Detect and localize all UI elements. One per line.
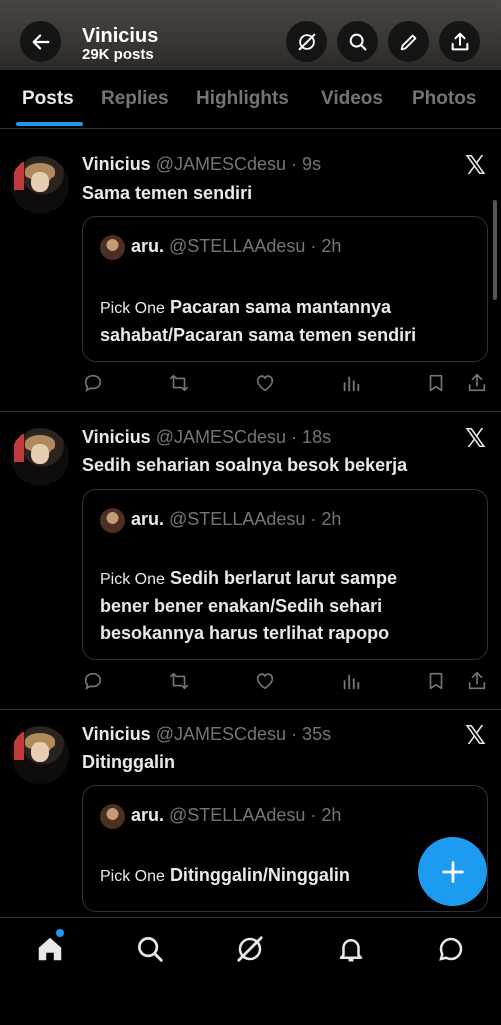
arrow-left-icon <box>32 33 49 50</box>
quoted-post[interactable]: aru. @STELLAAdesu · 2h Pick One Pacaran … <box>82 216 488 362</box>
bottom-navigation <box>0 917 501 1025</box>
post-text: Sama temen sendiri <box>82 183 253 203</box>
tab-photos[interactable]: Photos <box>412 88 476 110</box>
x-logo-icon: 𝕏 <box>465 720 486 750</box>
compose-button[interactable] <box>418 837 487 906</box>
author-handle[interactable]: @JAMESCdesu <box>156 724 286 744</box>
quoted-line: bener bener enakan/Sedih sehari <box>100 596 383 616</box>
like-icon[interactable] <box>254 372 276 394</box>
share-icon[interactable] <box>466 372 488 394</box>
quoted-text: Pick One Pacaran sama mantannya sahabat/… <box>100 294 480 349</box>
reply-icon[interactable] <box>82 670 104 692</box>
quoted-avatar <box>100 508 125 533</box>
quoted-author-handle: @STELLAAdesu <box>169 805 306 825</box>
quoted-line: Sedih berlarut larut sampe <box>169 568 398 588</box>
quoted-author-name: aru. <box>131 236 165 256</box>
quoted-line: besokannya harus terlihat rapopo <box>100 623 390 643</box>
edit-button[interactable] <box>388 21 429 62</box>
pencil-icon <box>400 34 416 50</box>
author-handle[interactable]: @JAMESCdesu <box>156 154 286 174</box>
x-logo-icon: 𝕏 <box>465 150 486 180</box>
share-icon[interactable] <box>466 670 488 692</box>
quoted-avatar <box>100 804 125 829</box>
views-icon[interactable] <box>340 670 362 692</box>
x-logo-icon: 𝕏 <box>465 423 486 453</box>
quoted-line: Ditinggalin/Ninggalin <box>169 865 350 885</box>
grok-button[interactable] <box>286 21 327 62</box>
avatar[interactable] <box>11 428 69 486</box>
post-time: · 35s <box>291 724 332 744</box>
plus-icon <box>441 860 464 883</box>
quoted-label: Pick One <box>100 300 165 317</box>
quoted-time: · 2h <box>310 805 342 825</box>
author-handle[interactable]: @JAMESCdesu <box>156 427 286 447</box>
home-notification-dot <box>56 929 64 937</box>
post-header: Vinicius @JAMESCdesu · 35s <box>82 724 331 745</box>
profile-tabs: Posts Replies Highlights Videos Photos <box>0 70 501 129</box>
share-icon <box>451 32 468 50</box>
back-button[interactable] <box>20 21 61 62</box>
quoted-author-handle: @STELLAAdesu <box>169 509 306 529</box>
profile-header: Vinicius 29K posts <box>0 0 501 70</box>
quoted-line: sahabat/Pacaran sama temen sendiri <box>100 325 417 345</box>
quoted-author-name: aru. <box>131 509 165 529</box>
quoted-author-name: aru. <box>131 805 165 825</box>
like-icon[interactable] <box>254 670 276 692</box>
quoted-post[interactable]: aru. @STELLAAdesu · 2h Pick One Sedih be… <box>82 489 488 660</box>
quoted-time: · 2h <box>310 509 342 529</box>
post-time: · 18s <box>291 427 332 447</box>
grok-icon[interactable] <box>235 934 265 964</box>
post-text: Ditinggalin <box>82 752 175 772</box>
avatar[interactable] <box>11 156 69 214</box>
grok-icon <box>298 33 315 50</box>
quoted-time: · 2h <box>310 236 342 256</box>
tab-highlights[interactable]: Highlights <box>196 88 289 110</box>
quoted-header: aru. @STELLAAdesu · 2h <box>131 805 341 826</box>
post-count: 29K posts <box>82 46 154 63</box>
home-icon[interactable] <box>35 934 65 964</box>
avatar[interactable] <box>11 726 69 784</box>
search-icon <box>349 33 366 50</box>
tab-posts[interactable]: Posts <box>22 88 74 110</box>
post-header: Vinicius @JAMESCdesu · 9s <box>82 154 321 175</box>
scrollbar[interactable] <box>493 200 497 300</box>
post-time: · 9s <box>291 154 322 174</box>
quoted-avatar <box>100 235 125 260</box>
share-button[interactable] <box>439 21 480 62</box>
bookmark-icon[interactable] <box>425 670 447 692</box>
messages-icon[interactable] <box>436 934 466 964</box>
quoted-header: aru. @STELLAAdesu · 2h <box>131 509 341 530</box>
active-tab-indicator <box>16 122 83 126</box>
tab-videos[interactable]: Videos <box>321 88 383 110</box>
profile-name: Vinicius <box>82 25 159 47</box>
post-item[interactable]: Vinicius @JAMESCdesu · 18s 𝕏 Sedih sehar… <box>0 412 501 710</box>
author-name[interactable]: Vinicius <box>82 154 151 174</box>
repost-icon[interactable] <box>167 670 191 692</box>
quoted-text: Pick One Sedih berlarut larut sampe bene… <box>100 565 480 647</box>
search-button[interactable] <box>337 21 378 62</box>
quoted-line: Pacaran sama mantannya <box>169 297 392 317</box>
notifications-bell-icon[interactable] <box>336 934 366 964</box>
reply-icon[interactable] <box>82 372 104 394</box>
tab-replies[interactable]: Replies <box>101 88 169 110</box>
quoted-label: Pick One <box>100 868 165 885</box>
post-actions <box>82 372 492 396</box>
quoted-author-handle: @STELLAAdesu <box>169 236 306 256</box>
quoted-header: aru. @STELLAAdesu · 2h <box>131 236 341 257</box>
views-icon[interactable] <box>340 372 362 394</box>
repost-icon[interactable] <box>167 372 191 394</box>
post-text: Sedih seharian soalnya besok bekerja <box>82 455 408 475</box>
search-icon[interactable] <box>135 934 165 964</box>
author-name[interactable]: Vinicius <box>82 427 151 447</box>
post-item[interactable]: Vinicius @JAMESCdesu · 9s 𝕏 Sama temen s… <box>0 135 501 412</box>
post-actions <box>82 670 492 694</box>
author-name[interactable]: Vinicius <box>82 724 151 744</box>
bookmark-icon[interactable] <box>425 372 447 394</box>
post-header: Vinicius @JAMESCdesu · 18s <box>82 427 331 448</box>
quoted-label: Pick One <box>100 571 165 588</box>
